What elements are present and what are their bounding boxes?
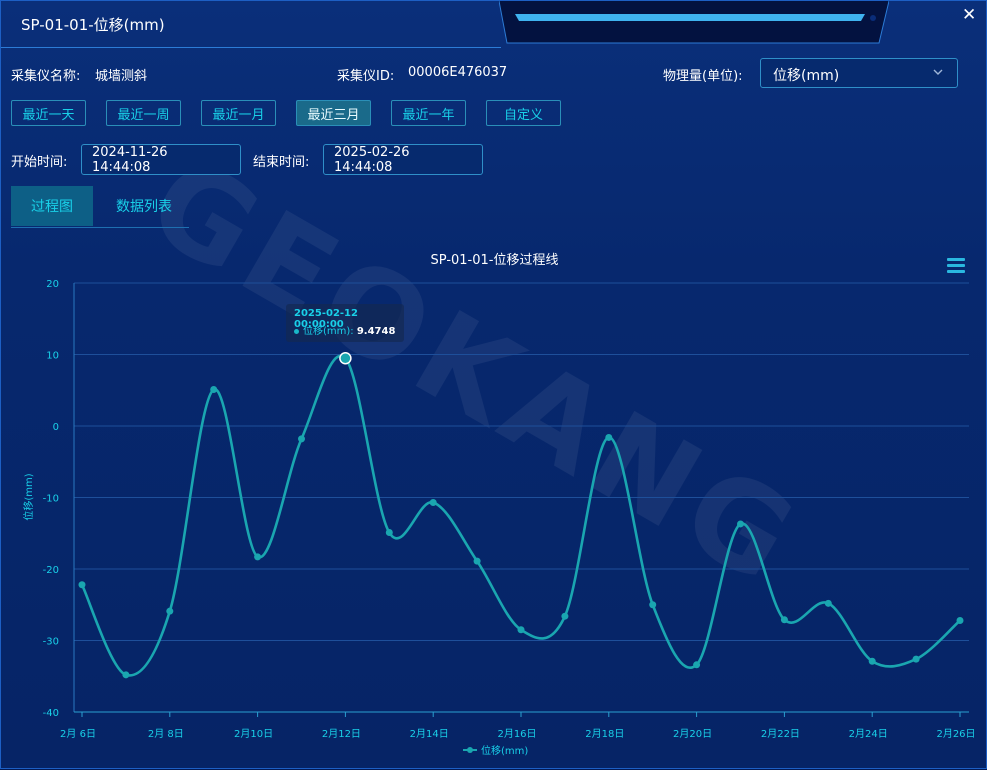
x-tick-label: 2月12日 — [322, 728, 361, 740]
data-point[interactable] — [561, 612, 569, 620]
data-point[interactable] — [693, 661, 701, 669]
data-point[interactable] — [210, 386, 218, 394]
tooltip-series: 位移(mm): — [303, 326, 354, 337]
data-point[interactable] — [780, 616, 788, 624]
chart-legend[interactable]: 位移(mm) — [463, 742, 528, 757]
data-point[interactable] — [78, 581, 86, 589]
x-tick-label: 2月16日 — [497, 728, 536, 740]
data-point[interactable] — [122, 671, 130, 679]
chart-tooltip: 2025-02-12 00:00:00 位移(mm): 9.4748 — [286, 304, 404, 342]
line-chart: 20 10 0 -10 -20 -30 -40 2月 6日 2月 8日 2月10日 2月12日 2月… — [22, 279, 976, 740]
x-tick-label: 2月18日 — [585, 728, 624, 740]
x-tick-label: 2月22日 — [761, 728, 800, 740]
x-tick-label: 2月26日 — [936, 728, 975, 740]
tooltip-row: 位移(mm): 9.4748 — [294, 322, 395, 337]
data-point[interactable] — [298, 435, 305, 443]
data-point[interactable] — [517, 626, 525, 634]
data-point[interactable] — [385, 529, 393, 537]
x-tick-label: 2月14日 — [410, 728, 449, 740]
y-tick-label: -40 — [43, 708, 59, 719]
x-tick-label: 2月24日 — [849, 728, 888, 740]
legend-label: 位移(mm) — [481, 746, 529, 757]
legend-marker-icon — [463, 746, 477, 753]
y-axis-label: 位移(mm) — [22, 473, 35, 520]
data-point[interactable] — [868, 657, 876, 665]
x-tick-label: 2月10日 — [234, 728, 273, 740]
data-point[interactable] — [254, 553, 262, 561]
y-tick-label: -10 — [43, 494, 59, 505]
data-point[interactable] — [912, 655, 920, 663]
data-point[interactable] — [605, 433, 613, 441]
data-point[interactable] — [166, 607, 174, 615]
monitor-dialog: GEOKANG SP-01-01-位移(mm) ✕ 采集仪名称: 城墙测斜 采集… — [0, 0, 987, 769]
data-point-highlighted[interactable] — [339, 352, 352, 365]
y-tick-label: -20 — [43, 565, 59, 576]
x-tick-label: 2月 6日 — [60, 728, 96, 740]
data-point[interactable] — [649, 601, 657, 609]
data-point[interactable] — [473, 557, 481, 565]
y-tick-label: 20 — [46, 279, 59, 290]
data-point[interactable] — [737, 520, 744, 528]
y-tick-label: -30 — [43, 637, 59, 648]
data-point[interactable] — [824, 599, 832, 607]
data-point[interactable] — [429, 499, 437, 507]
y-tick-label: 0 — [53, 422, 59, 433]
x-tick-label: 2月 8日 — [148, 728, 184, 740]
tooltip-value: 9.4748 — [356, 326, 396, 337]
x-tick-label: 2月20日 — [673, 728, 712, 740]
data-point[interactable] — [956, 616, 964, 624]
y-tick-label: 10 — [46, 351, 59, 362]
